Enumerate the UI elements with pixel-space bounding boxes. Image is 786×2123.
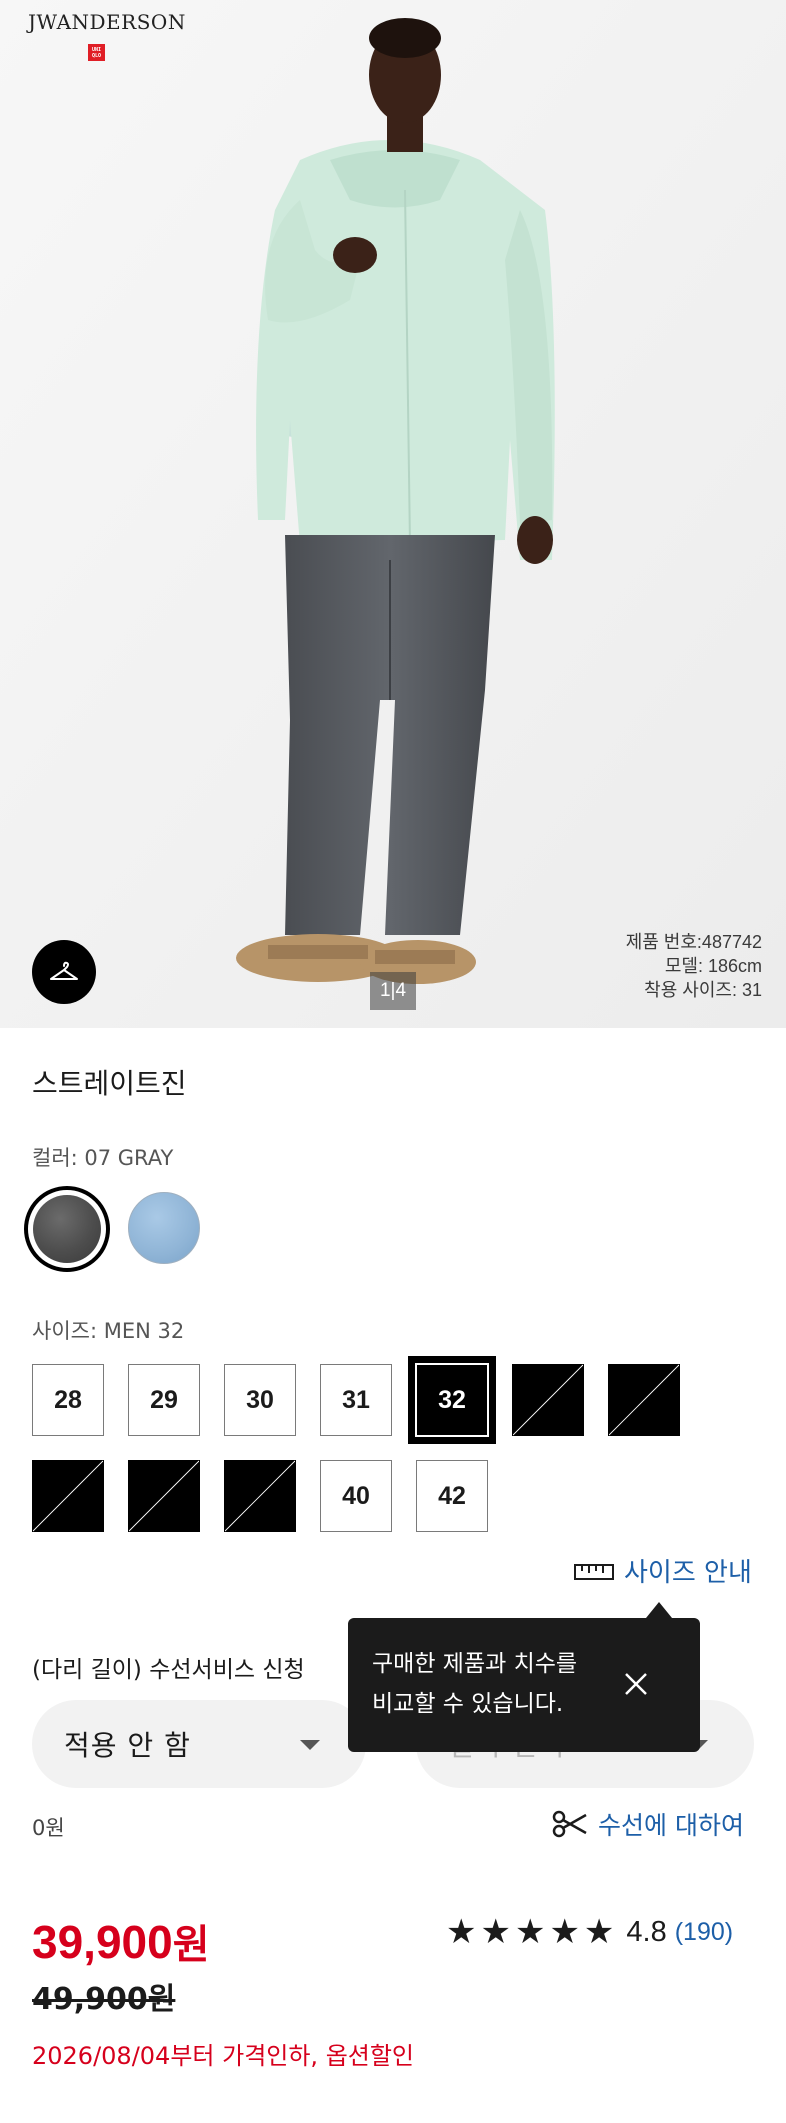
product-image[interactable]: JWANDERSON UNI QLO 1|4 제품 번호:487742 모델: … — [0, 0, 786, 1028]
alteration-select[interactable]: 적용 안 함 — [32, 1700, 366, 1788]
model-info: 제품 번호:487742 모델: 186cm 착용 사이즈: 31 — [626, 930, 762, 1002]
alteration-info-label: 수선에 대하여 — [598, 1811, 744, 1840]
rating-summary[interactable]: ★★★★★ 4.8 (190) — [446, 1912, 733, 1952]
size-option-unavailable[interactable] — [512, 1364, 584, 1436]
uniqlo-logo: UNI QLO — [88, 44, 105, 61]
model-photo — [0, 0, 786, 1028]
size-option-28[interactable]: 28 — [32, 1364, 104, 1436]
review-count-link[interactable]: (190) — [675, 1918, 733, 1947]
wearing-size: 착용 사이즈: 31 — [644, 980, 762, 1000]
size-option-unavailable[interactable] — [608, 1364, 680, 1436]
hanger-icon — [50, 961, 78, 980]
ruler-icon — [574, 1563, 614, 1580]
size-compare-tooltip: 구매한 제품과 치수를 비교할 수 있습니다. — [348, 1602, 700, 1752]
size-option-42[interactable]: 42 — [416, 1460, 488, 1532]
caret-down-icon — [300, 1740, 320, 1750]
promo-notice: 2026/08/04부터 가격인하, 옵션할인 — [32, 2042, 415, 2070]
try-on-button[interactable] — [32, 940, 96, 1004]
size-label: 사이즈: MEN 32 — [32, 1319, 185, 1343]
color-label: 컬러: 07 GRAY — [32, 1146, 174, 1170]
product-number: 제품 번호:487742 — [625, 932, 762, 952]
uniqlo-logo-bottom: QLO — [91, 52, 102, 59]
size-guide-link[interactable]: 사이즈 안내 — [574, 1552, 752, 1589]
alteration-info-link[interactable]: 수선에 대하여 — [552, 1806, 744, 1842]
size-option-32[interactable]: 32 — [408, 1356, 496, 1444]
color-swatch-gray[interactable] — [24, 1186, 110, 1272]
unavailable-slash-icon — [225, 1460, 295, 1532]
brand-logo: JWANDERSON — [28, 10, 186, 34]
image-counter: 1|4 — [370, 972, 416, 1010]
size-option-40[interactable]: 40 — [320, 1460, 392, 1532]
size-option-unavailable[interactable] — [224, 1460, 296, 1532]
size-option-31[interactable]: 31 — [320, 1364, 392, 1436]
sale-price: 39,900원 — [32, 1912, 210, 1970]
unavailable-slash-icon — [33, 1460, 103, 1532]
unavailable-slash-icon — [609, 1364, 679, 1436]
rating-score: 4.8 — [626, 1915, 667, 1948]
size-option-unavailable[interactable] — [128, 1460, 200, 1532]
sale-price-unit: 원 — [172, 1922, 210, 1968]
close-icon[interactable] — [618, 1666, 654, 1702]
tooltip-line-1: 구매한 제품과 치수를 — [372, 1651, 578, 1677]
tooltip-message: 구매한 제품과 치수를 비교할 수 있습니다. — [372, 1644, 577, 1724]
scissors-icon — [552, 1810, 587, 1838]
alteration-select-value: 적용 안 함 — [64, 1729, 191, 1762]
rating-stars-icon: ★★★★★ — [446, 1912, 619, 1952]
size-option-29[interactable]: 29 — [128, 1364, 200, 1436]
alteration-price: 0원 — [32, 1816, 65, 1840]
size-guide-label: 사이즈 안내 — [624, 1558, 752, 1588]
size-option-unavailable[interactable] — [32, 1460, 104, 1532]
unavailable-slash-icon — [129, 1460, 199, 1532]
alteration-service-label: (다리 길이) 수선서비스 신청 — [32, 1657, 305, 1683]
tooltip-line-2: 비교할 수 있습니다. — [372, 1691, 564, 1717]
product-title: 스트레이트진 — [32, 1067, 187, 1100]
sale-price-number: 39,900 — [32, 1916, 173, 1968]
original-price: 49,900원 — [32, 1982, 176, 2017]
unavailable-slash-icon — [513, 1364, 583, 1436]
model-height: 모델: 186cm — [664, 956, 762, 976]
color-swatch-blue[interactable] — [128, 1192, 200, 1264]
size-option-30[interactable]: 30 — [224, 1364, 296, 1436]
